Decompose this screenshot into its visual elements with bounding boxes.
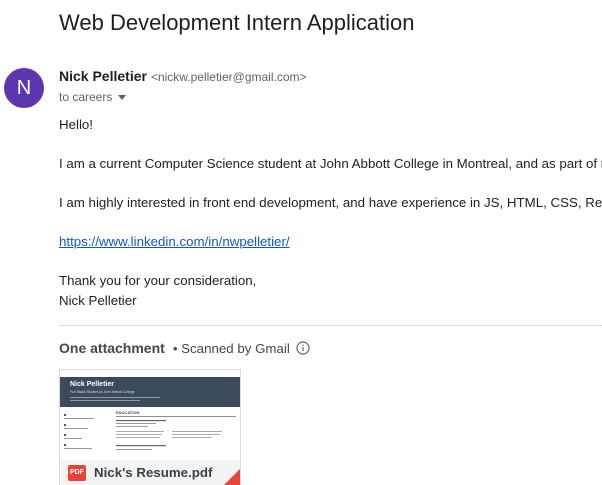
preview-subtitle: Full Stack Student at John Abbott Colleg… <box>70 390 135 394</box>
email-greeting: Hello! <box>59 117 93 132</box>
sender-name[interactable]: Nick Pelletier <box>59 68 147 84</box>
attachment-card[interactable]: Nick Pelletier Full Stack Student at Joh… <box>59 369 241 485</box>
email-signature: Nick Pelletier <box>59 293 137 308</box>
attachment-file-bar[interactable]: PDF Nick's Resume.pdf <box>60 460 240 485</box>
email-paragraph-1: I am a current Computer Science student … <box>59 156 602 171</box>
scanned-label: • Scanned by Gmail <box>172 340 290 356</box>
attachments-title: One attachment <box>59 340 165 356</box>
info-icon[interactable] <box>296 341 310 355</box>
chevron-down-icon[interactable] <box>118 94 127 100</box>
preview-section-title: EDUCATION <box>116 410 140 415</box>
recipient-details-toggle[interactable]: to careers <box>59 90 127 104</box>
recipient-label: to careers <box>59 90 113 104</box>
attachment-file-name[interactable]: Nick's Resume.pdf <box>94 465 212 480</box>
sender-avatar[interactable]: N <box>4 68 44 108</box>
sender-email: <nickw.pelletier@gmail.com> <box>150 70 307 84</box>
preview-name: Nick Pelletier <box>70 381 114 388</box>
email-subject: Web Development Intern Application <box>59 10 415 35</box>
pdf-icon: PDF <box>68 464 86 481</box>
linkedin-link[interactable]: https://www.linkedin.com/in/nwpelletier/ <box>59 234 290 249</box>
email-closing: Thank you for your consideration, <box>59 273 257 288</box>
email-paragraph-2: I am highly interested in front end deve… <box>59 195 602 210</box>
attachments-header: One attachment • Scanned by Gmail <box>59 340 310 356</box>
attachments-divider <box>59 325 602 326</box>
sender-row: Nick Pelletier <nickw.pelletier@gmail.com… <box>59 68 307 86</box>
resume-preview-thumbnail: Nick Pelletier Full Stack Student at Joh… <box>60 370 240 460</box>
